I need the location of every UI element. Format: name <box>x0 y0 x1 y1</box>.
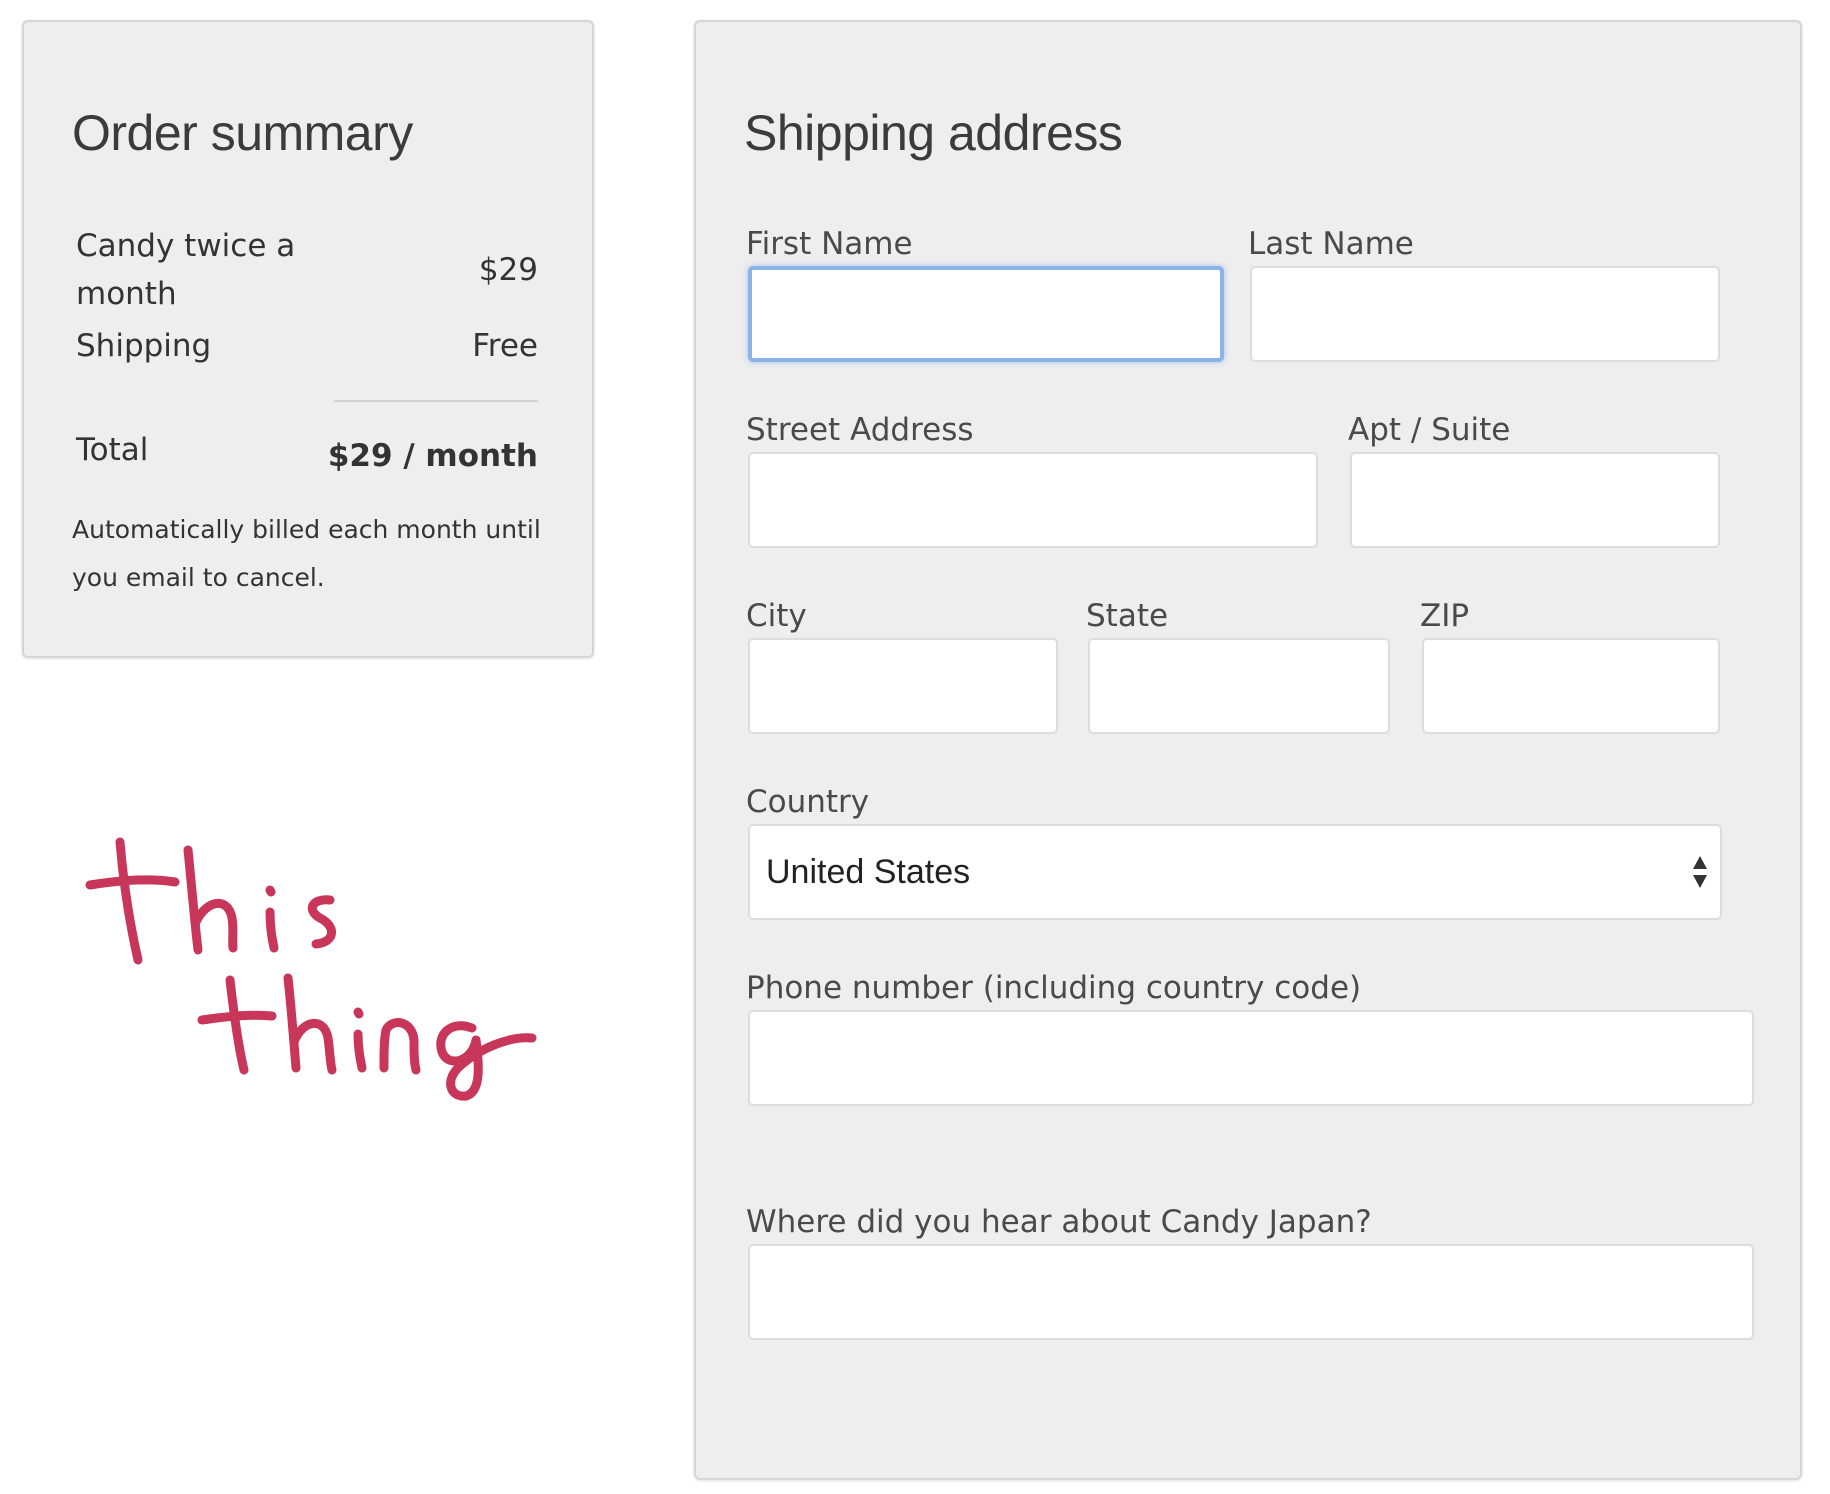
first-name-field[interactable] <box>748 266 1224 362</box>
shipping-cost-value: Free <box>472 328 538 364</box>
phone-number-label: Phone number (including country code) <box>746 970 1362 1006</box>
city-field[interactable] <box>748 638 1058 734</box>
state-label: State <box>1086 598 1169 634</box>
apt-suite-field[interactable] <box>1350 452 1720 548</box>
zip-field[interactable] <box>1422 638 1720 734</box>
last-name-label: Last Name <box>1248 226 1414 262</box>
select-updown-icon <box>1693 856 1707 888</box>
shipping-cost-label: Shipping <box>76 328 212 364</box>
apt-suite-label: Apt / Suite <box>1348 412 1511 448</box>
city-label: City <box>746 598 807 634</box>
state-field[interactable] <box>1088 638 1390 734</box>
total-value: $29 / month <box>327 438 538 474</box>
shipping-address-title: Shipping address <box>744 105 1123 161</box>
zip-label: ZIP <box>1420 598 1470 634</box>
total-divider <box>334 400 538 402</box>
last-name-field[interactable] <box>1250 266 1720 362</box>
street-address-label: Street Address <box>746 412 974 448</box>
country-label: Country <box>746 784 870 820</box>
shipping-address-panel: Shipping address First Name Last Name St… <box>694 20 1802 1480</box>
referral-source-label: Where did you hear about Candy Japan? <box>746 1204 1372 1240</box>
order-summary-title: Order summary <box>72 105 413 161</box>
order-item-price: $29 <box>478 252 538 288</box>
handwritten-annotation <box>85 837 537 1101</box>
country-selected-value: United States <box>766 853 971 891</box>
phone-number-field[interactable] <box>748 1010 1754 1106</box>
first-name-label: First Name <box>746 226 913 262</box>
order-item-label: Candy twice a month <box>76 228 296 312</box>
referral-source-field[interactable] <box>748 1244 1754 1340</box>
street-address-field[interactable] <box>748 452 1318 548</box>
order-summary-panel: Order summary Candy twice a month $29 Sh… <box>22 20 594 658</box>
country-select[interactable]: United States <box>748 824 1722 920</box>
billing-note: Automatically billed each month until yo… <box>72 515 541 592</box>
total-label: Total <box>76 432 149 468</box>
